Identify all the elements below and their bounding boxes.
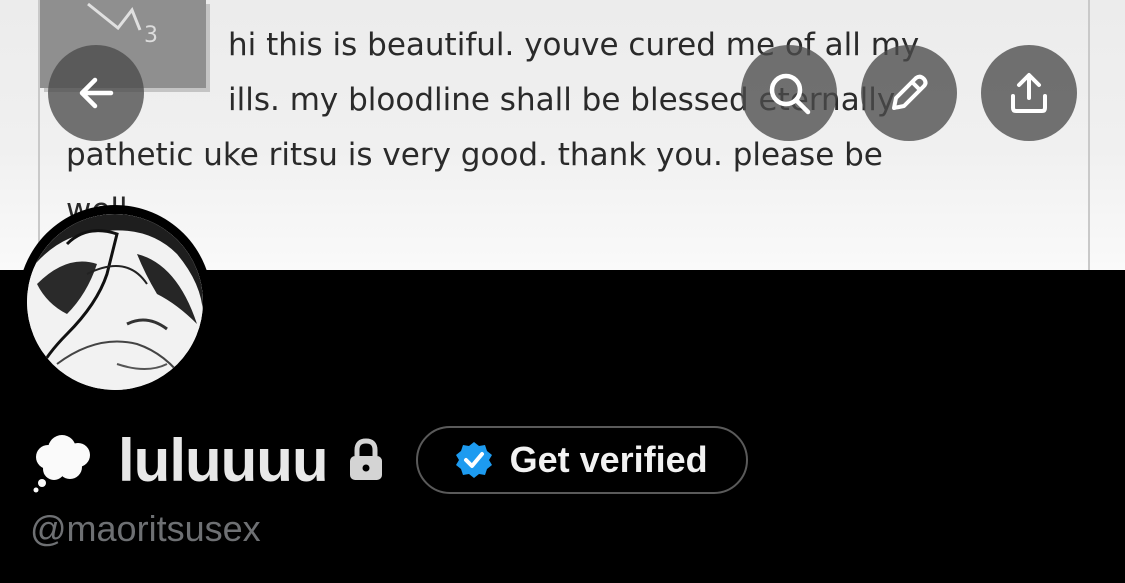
thought-balloon-emoji: [30, 427, 96, 493]
search-button[interactable]: [741, 45, 837, 141]
lock-icon: [348, 438, 384, 482]
edit-button[interactable]: [861, 45, 957, 141]
avatar[interactable]: [27, 214, 203, 390]
arrow-left-icon: [79, 77, 114, 109]
banner-line-4: well.: [66, 183, 1066, 238]
share-button[interactable]: [981, 45, 1077, 141]
back-button[interactable]: [48, 45, 144, 141]
verified-badge-icon: [454, 440, 494, 480]
profile-name-row: luluuuu Get verified: [30, 424, 748, 496]
display-name: luluuuu: [118, 426, 329, 494]
search-icon: [769, 73, 811, 115]
user-handle: @maoritsusex: [30, 508, 261, 549]
pencil-icon: [892, 74, 928, 110]
get-verified-button[interactable]: Get verified: [415, 426, 748, 494]
share-upload-icon: [1011, 73, 1047, 113]
get-verified-label: Get verified: [509, 439, 708, 480]
